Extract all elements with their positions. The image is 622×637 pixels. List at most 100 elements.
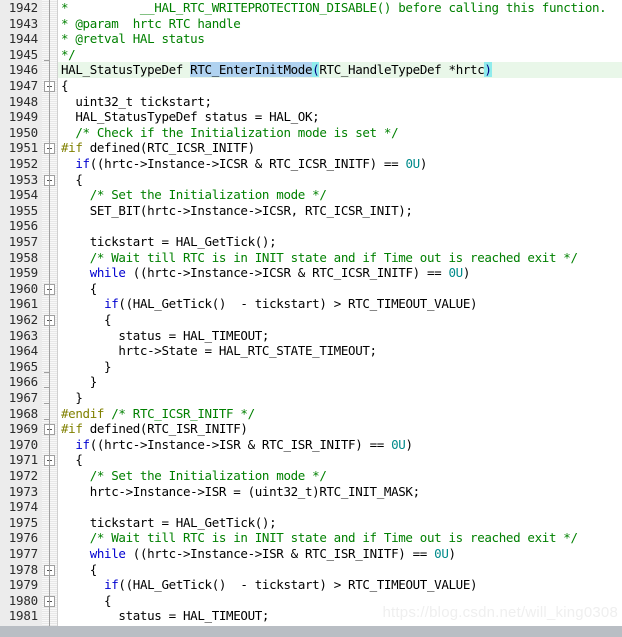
code-token: tickstart = HAL_GetTick(); — [61, 514, 277, 530]
code-line-text[interactable]: while ((hrtc->Instance->ISR & RTC_ISR_IN… — [61, 546, 456, 562]
code-line-text[interactable]: #if defined(RTC_ICSR_INITF) — [61, 140, 255, 156]
code-line-text[interactable]: status = HAL_TIMEOUT; — [61, 608, 269, 624]
code-line-text[interactable]: tickstart = HAL_GetTick(); — [61, 514, 277, 531]
line-number: 1972 — [8, 468, 39, 483]
code-line[interactable]: 1956 — [0, 218, 622, 234]
code-line[interactable]: 1961 if((HAL_GetTick() - tickstart) > RT… — [0, 296, 622, 312]
code-line-text[interactable]: * @param hrtc RTC handle — [61, 16, 241, 32]
code-line[interactable]: 1951 #if defined(RTC_ICSR_INITF) — [0, 140, 622, 156]
code-token: status = HAL_TIMEOUT; — [61, 327, 270, 343]
code-line-text[interactable]: hrtc->State = HAL_RTC_STATE_TIMEOUT; — [61, 343, 377, 359]
code-line[interactable]: 1967 } — [0, 390, 622, 406]
code-token: { — [61, 452, 83, 468]
code-line-text[interactable]: while ((hrtc->Instance->ICSR & RTC_ICSR_… — [61, 265, 471, 281]
code-token: HAL_StatusTypeDef — [61, 62, 191, 78]
code-token: if — [104, 577, 119, 593]
code-line[interactable]: 1977 while ((hrtc->Instance->ISR & RTC_I… — [0, 546, 622, 562]
code-line-text[interactable]: */ — [61, 47, 76, 63]
code-line-text[interactable]: /* Set the Initialization mode */ — [61, 187, 327, 203]
code-line[interactable]: 1943 * @param hrtc RTC handle — [0, 16, 622, 32]
code-line[interactable]: 1972 /* Set the Initialization mode */ — [0, 468, 622, 484]
code-token: /* Wait till RTC is in INIT state and if… — [89, 249, 578, 265]
code-line-text[interactable]: { — [61, 452, 83, 468]
code-token: { — [61, 171, 83, 187]
code-line-text[interactable]: { — [61, 312, 112, 328]
code-line-text[interactable]: SET_BIT(hrtc->Instance->ICSR, RTC_ICSR_I… — [61, 203, 413, 219]
line-number: 1952 — [8, 156, 39, 171]
code-line[interactable]: 1965 } — [0, 359, 622, 375]
code-token: ((hrtc->Instance->ISR & RTC_ISR_INITF) =… — [125, 546, 435, 561]
code-token: ((hrtc->Instance->ISR & RTC_ISR_INITF) =… — [89, 436, 392, 452]
code-line[interactable]: 1979 if((HAL_GetTick() - tickstart) > RT… — [0, 577, 622, 593]
code-line[interactable]: 1964 hrtc->State = HAL_RTC_STATE_TIMEOUT… — [0, 343, 622, 359]
code-line-text[interactable]: } — [61, 390, 83, 406]
fold-connector-line — [49, 81, 50, 637]
code-line-text[interactable]: HAL_StatusTypeDef RTC_EnterInitMode(RTC_… — [61, 62, 492, 78]
code-line[interactable]: 1976 /* Wait till RTC is in INIT state a… — [0, 530, 622, 546]
code-token: /* Set the Initialization mode */ — [89, 187, 327, 203]
code-line[interactable]: 1954 /* Set the Initialization mode */ — [0, 187, 622, 203]
code-line[interactable]: 1947 { — [0, 78, 622, 94]
code-line-text[interactable]: hrtc->Instance->ISR = (uint32_t)RTC_INIT… — [61, 484, 420, 500]
code-line-text[interactable]: /* Wait till RTC is in INIT state and if… — [61, 250, 578, 266]
code-line-text[interactable]: status = HAL_TIMEOUT; — [61, 328, 269, 344]
code-line-text[interactable]: } — [61, 374, 98, 390]
code-line[interactable]: 1966 } — [0, 374, 622, 390]
code-line[interactable]: 1963 status = HAL_TIMEOUT; — [0, 328, 622, 344]
code-line[interactable]: 1946 HAL_StatusTypeDef RTC_EnterInitMode(… — [0, 62, 622, 78]
code-line[interactable]: 1957 tickstart = HAL_GetTick(); — [0, 234, 622, 250]
code-line[interactable]: 1975 tickstart = HAL_GetTick(); — [0, 515, 622, 531]
code-line[interactable]: 1973 hrtc->Instance->ISR = (uint32_t)RTC… — [0, 484, 622, 500]
code-line-text[interactable]: #if defined(RTC_ISR_INITF) — [61, 421, 248, 437]
code-line[interactable]: 1953 { — [0, 172, 622, 188]
horizontal-scrollbar-thumb[interactable] — [0, 626, 430, 637]
code-line-text[interactable]: tickstart = HAL_GetTick(); — [61, 234, 277, 250]
code-token: { — [61, 280, 98, 296]
code-line[interactable]: 1948 uint32_t tickstart; — [0, 94, 622, 110]
code-line[interactable]: 1952 if((hrtc->Instance->ICSR & RTC_ICSR… — [0, 156, 622, 172]
code-text-area[interactable]: 1942 * __HAL_RTC_WRITEPROTECTION_DISABLE(… — [0, 0, 622, 637]
code-line[interactable]: 1970 if((hrtc->Instance->ISR & RTC_ISR_I… — [0, 437, 622, 453]
code-line-text[interactable]: if((HAL_GetTick() - tickstart) > RTC_TIM… — [61, 577, 478, 593]
code-line-text[interactable]: * @retval HAL status — [61, 31, 205, 47]
code-line-text[interactable]: /* Check if the Initialization mode is s… — [61, 125, 398, 141]
code-line[interactable]: 1955 SET_BIT(hrtc->Instance->ICSR, RTC_I… — [0, 203, 622, 219]
code-line-text[interactable]: /* Wait till RTC is in INIT state and if… — [61, 530, 578, 546]
code-line-text[interactable]: uint32_t tickstart; — [61, 94, 212, 110]
code-line-text[interactable]: /* Set the Initialization mode */ — [61, 468, 327, 484]
code-line-text[interactable]: HAL_StatusTypeDef status = HAL_OK; — [61, 109, 319, 125]
line-number: 1949 — [8, 109, 39, 125]
code-line[interactable]: 1949 HAL_StatusTypeDef status = HAL_OK; — [0, 109, 622, 125]
horizontal-scrollbar[interactable] — [0, 626, 622, 637]
code-line-text[interactable]: #endif /* RTC_ICSR_INITF */ — [61, 406, 255, 422]
code-line[interactable]: 1971 { — [0, 452, 622, 468]
code-token: { — [61, 312, 112, 327]
code-line-text[interactable]: { — [61, 172, 83, 188]
code-line[interactable]: 1969 #if defined(RTC_ISR_INITF) — [0, 421, 622, 437]
code-line[interactable]: 1974 — [0, 499, 622, 515]
code-line[interactable]: 1968 #endif /* RTC_ICSR_INITF */ — [0, 406, 622, 422]
code-line[interactable]: 1962 { — [0, 312, 622, 328]
code-line-text[interactable]: } — [61, 359, 112, 375]
code-line-text[interactable]: if((HAL_GetTick() - tickstart) > RTC_TIM… — [61, 296, 478, 312]
code-line-text[interactable]: { — [61, 78, 69, 94]
code-line-text[interactable]: if((hrtc->Instance->ICSR & RTC_ICSR_INIT… — [61, 156, 427, 172]
code-token: defined(RTC_ISR_INITF) — [82, 421, 248, 437]
code-line-text[interactable]: { — [61, 562, 98, 578]
code-line[interactable]: 1960 { — [0, 281, 622, 297]
code-line[interactable]: 1942 * __HAL_RTC_WRITEPROTECTION_DISABLE(… — [0, 0, 622, 16]
code-line-text[interactable]: * __HAL_RTC_WRITEPROTECTION_DISABLE() be… — [61, 0, 607, 16]
code-editor[interactable]: 1942 * __HAL_RTC_WRITEPROTECTION_DISABLE(… — [0, 0, 622, 637]
code-line[interactable]: 1950 /* Check if the Initialization mode… — [0, 125, 622, 141]
line-number: 1967 — [8, 390, 39, 405]
code-line[interactable]: 1959 while ((hrtc->Instance->ICSR & RTC_… — [0, 265, 622, 281]
code-line-text[interactable]: { — [61, 280, 98, 297]
code-token: RTC_HandleTypeDef *hrtc — [319, 62, 485, 78]
code-line[interactable]: 1958 /* Wait till RTC is in INIT state a… — [0, 250, 622, 266]
code-line[interactable]: 1978 { — [0, 562, 622, 578]
code-line[interactable]: 1945 */ — [0, 47, 622, 63]
code-line-text[interactable]: { — [61, 593, 112, 609]
code-line-text[interactable]: if((hrtc->Instance->ISR & RTC_ISR_INITF)… — [61, 437, 413, 453]
code-line[interactable]: 1944 * @retval HAL status — [0, 31, 622, 47]
